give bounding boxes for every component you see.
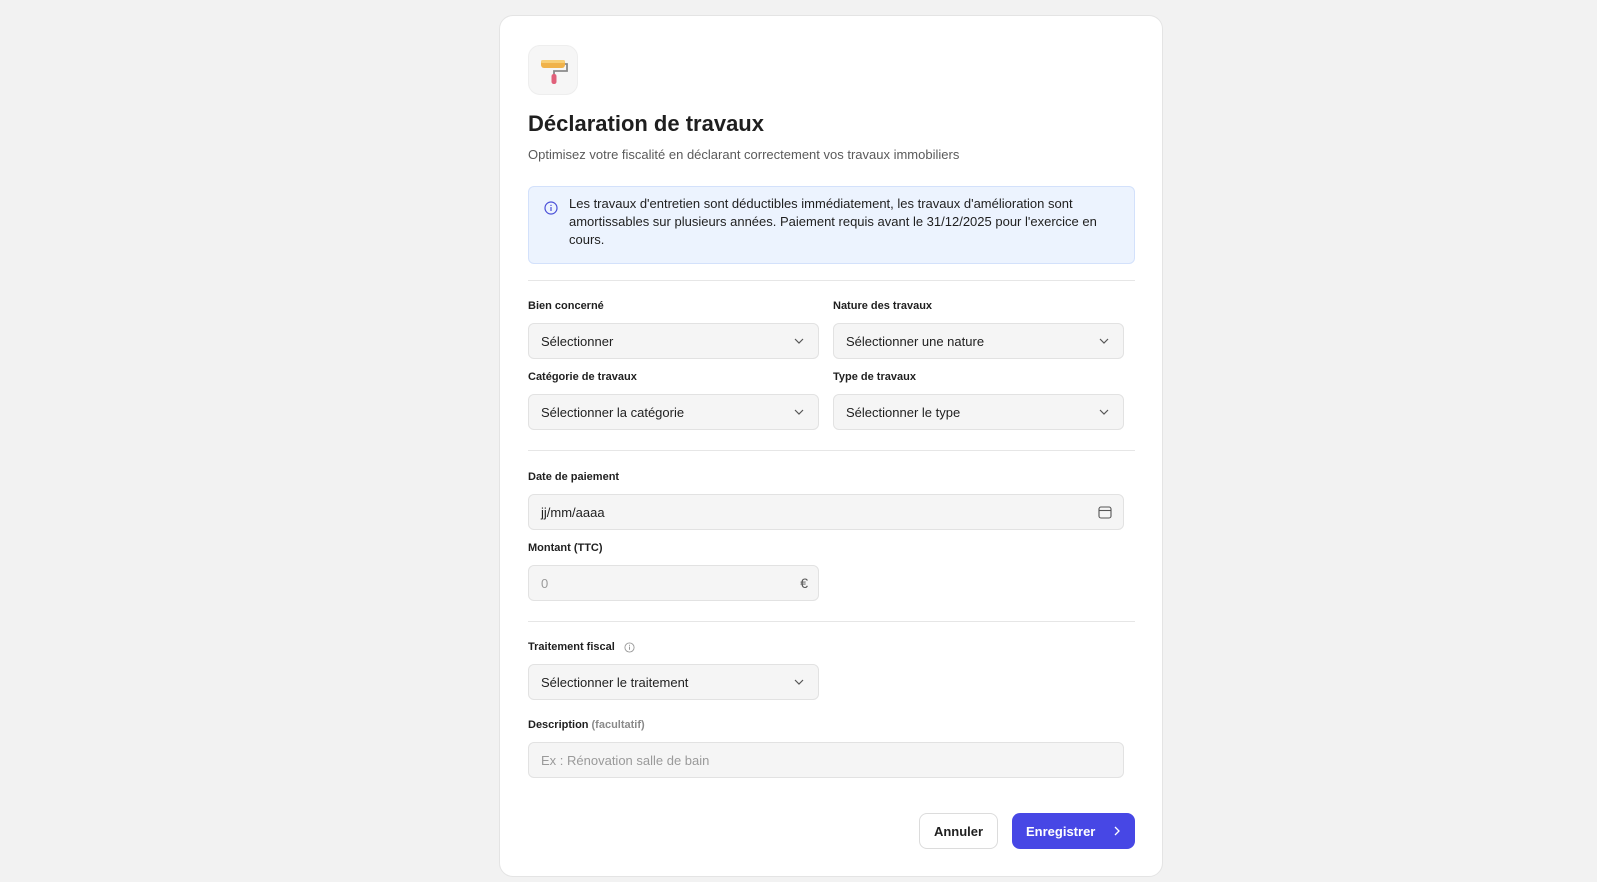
- bien-select-value: Sélectionner: [541, 334, 614, 349]
- description-label: Description: [528, 719, 589, 731]
- date-input-value: jj/mm/aaaa: [541, 505, 605, 520]
- info-circle-icon: [544, 201, 558, 215]
- chevron-down-icon: [1099, 338, 1109, 344]
- chevron-down-icon: [794, 679, 804, 685]
- save-button[interactable]: Enregistrer: [1012, 813, 1135, 849]
- calendar-icon[interactable]: [1098, 505, 1112, 519]
- traitement-select[interactable]: Sélectionner le traitement: [528, 664, 819, 700]
- description-input[interactable]: Ex : Rénovation salle de bain: [528, 742, 1124, 778]
- cancel-button[interactable]: Annuler: [919, 813, 998, 849]
- type-select[interactable]: Sélectionner le type: [833, 394, 1124, 430]
- chevron-down-icon: [794, 409, 804, 415]
- bien-select[interactable]: Sélectionner: [528, 323, 819, 359]
- date-label: Date de paiement: [528, 471, 620, 483]
- page-title: Déclaration de travaux: [528, 111, 764, 136]
- date-input[interactable]: jj/mm/aaaa: [528, 494, 1124, 530]
- info-banner-text: Les travaux d'entretien sont déductibles…: [569, 196, 1097, 247]
- nature-select-value: Sélectionner une nature: [846, 334, 985, 349]
- info-banner: Les travaux d'entretien sont déductibles…: [528, 186, 1135, 264]
- description-label-row: Description (facultatif): [528, 719, 645, 731]
- euro-icon: €: [800, 575, 808, 591]
- montant-input[interactable]: 0 €: [528, 565, 819, 601]
- page-subtitle: Optimisez votre fiscalité en déclarant c…: [528, 147, 960, 162]
- paint-roller-icon: [541, 60, 568, 84]
- save-button-label: Enregistrer: [1026, 823, 1096, 839]
- type-select-value: Sélectionner le type: [846, 405, 961, 420]
- description-placeholder: Ex : Rénovation salle de bain: [541, 753, 710, 768]
- app-icon-tile: [528, 45, 578, 95]
- montant-placeholder: 0: [541, 576, 549, 591]
- section-divider: [528, 280, 1135, 281]
- chevron-right-icon: [1114, 826, 1120, 836]
- chevron-down-icon: [1099, 409, 1109, 415]
- nature-select[interactable]: Sélectionner une nature: [833, 323, 1124, 359]
- info-circle-icon[interactable]: [624, 642, 635, 653]
- categorie-label: Catégorie de travaux: [528, 371, 637, 383]
- categorie-select-value: Sélectionner la catégorie: [541, 405, 685, 420]
- section-divider: [528, 621, 1135, 622]
- section-divider: [528, 450, 1135, 451]
- nature-label: Nature des travaux: [833, 300, 933, 312]
- form-card: Déclaration de travaux Optimisez votre f…: [499, 15, 1163, 877]
- bien-label: Bien concerné: [528, 300, 604, 312]
- traitement-label-row: Traitement fiscal: [528, 641, 635, 653]
- chevron-down-icon: [794, 338, 804, 344]
- description-optional-hint: (facultatif): [591, 719, 645, 731]
- type-label: Type de travaux: [833, 371, 916, 383]
- montant-label: Montant (TTC): [528, 542, 603, 554]
- categorie-select[interactable]: Sélectionner la catégorie: [528, 394, 819, 430]
- traitement-label: Traitement fiscal: [528, 641, 615, 653]
- traitement-select-value: Sélectionner le traitement: [541, 675, 689, 690]
